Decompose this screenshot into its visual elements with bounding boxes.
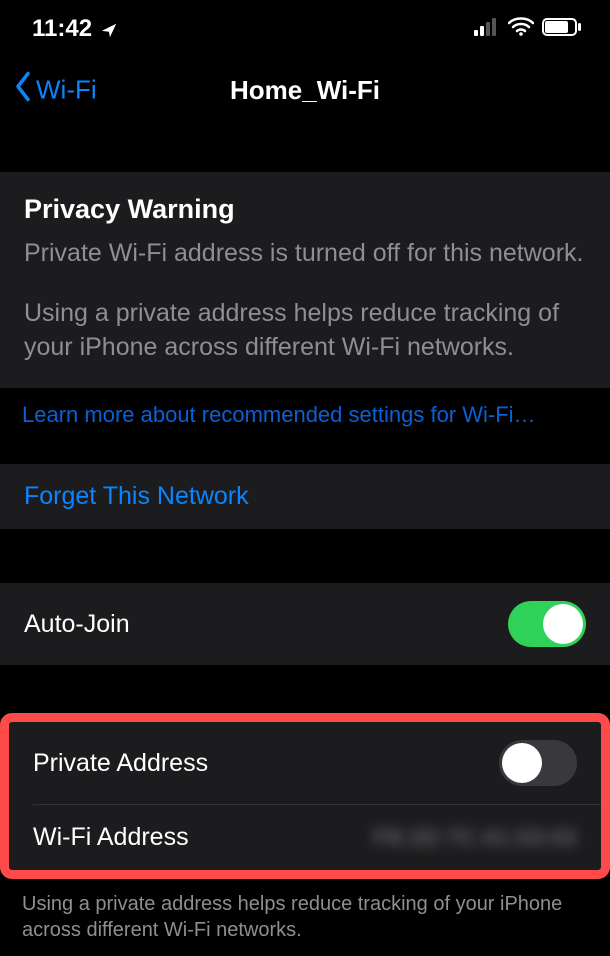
back-label: Wi-Fi <box>36 75 97 106</box>
wifi-address-value: F8:2D:7C:41:03:03 <box>374 825 577 851</box>
forget-network-button[interactable]: Forget This Network <box>0 464 610 529</box>
forget-network-group: Forget This Network <box>0 464 610 529</box>
forget-network-label: Forget This Network <box>24 482 249 511</box>
back-button[interactable]: Wi-Fi <box>14 72 97 109</box>
cellular-icon <box>474 15 500 43</box>
privacy-warning-line1: Private Wi-Fi address is turned off for … <box>24 237 586 271</box>
battery-icon <box>542 15 582 43</box>
privacy-warning-heading: Privacy Warning <box>24 194 586 225</box>
privacy-warning-text: Private Wi-Fi address is turned off for … <box>24 237 586 364</box>
auto-join-label: Auto-Join <box>24 610 130 639</box>
wifi-icon <box>508 15 534 43</box>
auto-join-group: Auto-Join <box>0 583 610 665</box>
wifi-address-row: Wi-Fi Address F8:2D:7C:41:03:03 <box>9 805 601 870</box>
auto-join-toggle[interactable] <box>508 601 586 647</box>
wifi-address-label: Wi-Fi Address <box>33 823 189 852</box>
highlight-box: Private Address Wi-Fi Address F8:2D:7C:4… <box>0 713 610 879</box>
privacy-warning-group: Privacy Warning Private Wi-Fi address is… <box>0 172 610 388</box>
status-bar: 11:42 <box>0 0 610 58</box>
learn-more-link[interactable]: Learn more about recommended settings fo… <box>0 388 610 438</box>
page-title: Home_Wi-Fi <box>230 75 380 106</box>
privacy-warning-line2: Using a private address helps reduce tra… <box>24 297 586 365</box>
nav-bar: Wi-Fi Home_Wi-Fi <box>0 58 610 122</box>
auto-join-row: Auto-Join <box>0 583 610 665</box>
private-address-row: Private Address <box>9 722 601 804</box>
learn-more-label: Learn more about recommended settings fo… <box>22 402 536 427</box>
address-group: Private Address Wi-Fi Address F8:2D:7C:4… <box>9 722 601 870</box>
private-address-label: Private Address <box>33 749 208 778</box>
private-address-toggle[interactable] <box>499 740 577 786</box>
location-icon <box>100 21 116 37</box>
chevron-left-icon <box>14 72 32 109</box>
status-time: 11:42 <box>32 15 92 43</box>
address-footer-note: Using a private address helps reduce tra… <box>0 879 610 943</box>
